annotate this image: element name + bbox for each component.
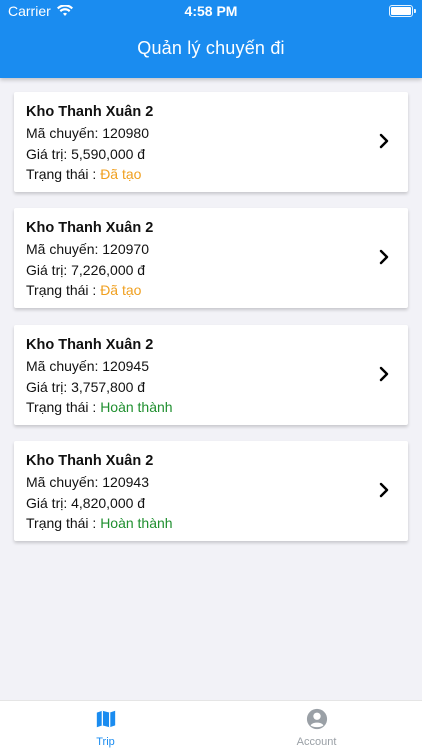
map-icon xyxy=(96,710,115,728)
trip-code-row: Mã chuyến: 120970 xyxy=(26,241,149,257)
trip-value-row: Giá trị: 7,226,000 đ xyxy=(26,262,145,278)
tab-account[interactable]: Account xyxy=(211,701,422,750)
chevron-right-icon[interactable] xyxy=(378,481,390,499)
trip-value-label: Giá trị: xyxy=(26,146,68,162)
page-title: Quản lý chuyến đi xyxy=(137,38,285,58)
tab-bar: Trip Account xyxy=(0,700,422,750)
trip-card[interactable]: Kho Thanh Xuân 2 Mã chuyến: 120980 Giá t… xyxy=(14,92,408,192)
trip-code: 120943 xyxy=(102,474,149,490)
trip-status-row: Trạng thái : Hoàn thành xyxy=(26,399,173,415)
trip-status-label: Trạng thái : xyxy=(26,399,97,415)
trip-status: Đã tạo xyxy=(100,282,142,298)
trip-status-row: Trạng thái : Hoàn thành xyxy=(26,515,173,531)
trip-card[interactable]: Kho Thanh Xuân 2 Mã chuyến: 120945 Giá t… xyxy=(14,325,408,425)
status-bar: Carrier 4:58 PM xyxy=(0,0,422,22)
trip-code-row: Mã chuyến: 120980 xyxy=(26,125,149,141)
trip-value: 4,820,000 đ xyxy=(71,495,146,511)
trip-code-label: Mã chuyến: xyxy=(26,358,99,374)
trip-value-label: Giá trị: xyxy=(26,262,68,278)
trip-code-label: Mã chuyến: xyxy=(26,125,99,141)
trip-code-label: Mã chuyến: xyxy=(26,241,99,257)
battery-icon xyxy=(389,5,416,17)
trip-code: 120945 xyxy=(102,358,149,374)
chevron-right-icon[interactable] xyxy=(378,132,390,150)
trip-value: 5,590,000 đ xyxy=(71,146,146,162)
trip-warehouse: Kho Thanh Xuân 2 xyxy=(26,337,154,353)
trip-code-row: Mã chuyến: 120945 xyxy=(26,358,149,374)
chevron-right-icon[interactable] xyxy=(378,365,390,383)
trip-warehouse: Kho Thanh Xuân 2 xyxy=(26,104,154,120)
trip-warehouse: Kho Thanh Xuân 2 xyxy=(26,453,154,469)
trip-code-row: Mã chuyến: 120943 xyxy=(26,474,149,490)
trip-card[interactable]: Kho Thanh Xuân 2 Mã chuyến: 120943 Giá t… xyxy=(14,441,408,541)
trip-status: Đã tạo xyxy=(100,166,142,182)
app: Carrier 4:58 PM Quản lý chuyến đi Kho Th… xyxy=(0,0,422,750)
trip-status-label: Trạng thái : xyxy=(26,282,97,298)
trip-status-row: Trạng thái : Đã tạo xyxy=(26,282,141,298)
tab-account-label: Account xyxy=(296,736,337,748)
trip-value-row: Giá trị: 5,590,000 đ xyxy=(26,146,145,162)
trip-value: 7,226,000 đ xyxy=(71,262,146,278)
trip-code: 120980 xyxy=(102,125,149,141)
tab-trip-label: Trip xyxy=(96,736,115,748)
trip-status: Hoàn thành xyxy=(100,399,173,415)
header: Carrier 4:58 PM Quản lý chuyến đi xyxy=(0,0,422,78)
trip-value-label: Giá trị: xyxy=(26,495,68,511)
trip-value-label: Giá trị: xyxy=(26,379,68,395)
trip-card[interactable]: Kho Thanh Xuân 2 Mã chuyến: 120970 Giá t… xyxy=(14,208,408,308)
tab-trip[interactable]: Trip xyxy=(0,701,211,750)
trip-value-row: Giá trị: 3,757,800 đ xyxy=(26,379,145,395)
account-icon xyxy=(306,708,327,730)
trip-status-row: Trạng thái : Đã tạo xyxy=(26,166,141,182)
trip-status-label: Trạng thái : xyxy=(26,515,97,531)
trip-warehouse: Kho Thanh Xuân 2 xyxy=(26,220,154,236)
trip-value-row: Giá trị: 4,820,000 đ xyxy=(26,495,145,511)
trip-status-label: Trạng thái : xyxy=(26,166,97,182)
trip-code-label: Mã chuyến: xyxy=(26,474,99,490)
chevron-right-icon[interactable] xyxy=(378,248,390,266)
clock: 4:58 PM xyxy=(184,3,238,19)
trip-status: Hoàn thành xyxy=(100,515,173,531)
trip-value: 3,757,800 đ xyxy=(71,379,146,395)
trip-code: 120970 xyxy=(102,241,149,257)
